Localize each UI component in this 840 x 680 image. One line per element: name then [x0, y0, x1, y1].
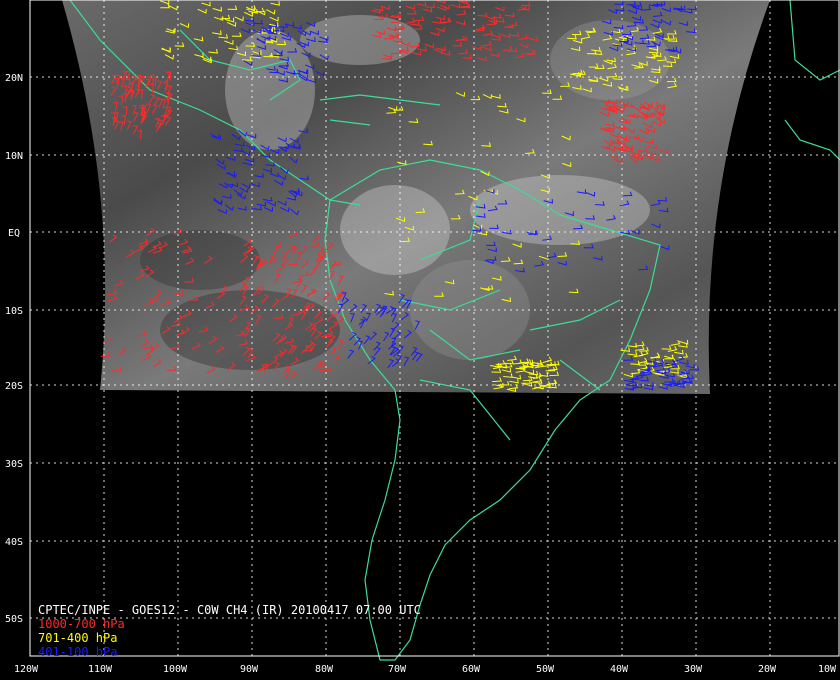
lon-label: 30W — [684, 664, 703, 675]
legend-upper-level: 401-100 hPa — [38, 645, 118, 659]
satellite-wind-map: 20N 10N EQ 10S 20S 30S 40S 50S 120W 110W… — [5, 0, 840, 675]
lat-label: 10S — [5, 306, 23, 317]
map-title: CPTEC/INPE - GOES12 - C0W CH4 (IR) 20100… — [38, 603, 421, 617]
lon-label: 120W — [14, 664, 39, 675]
lon-label: 60W — [462, 664, 481, 675]
lat-label: EQ — [8, 228, 20, 239]
map-legend: CPTEC/INPE - GOES12 - C0W CH4 (IR) 20100… — [38, 603, 421, 659]
lat-label: 40S — [5, 537, 23, 548]
lat-label: 20N — [5, 73, 23, 84]
lon-label: 110W — [88, 664, 113, 675]
africa-coast — [784, 0, 840, 161]
lat-label: 10N — [5, 151, 23, 162]
legend-low-level: 1000-700 hPa — [38, 617, 125, 631]
ir-satellite-image — [62, 0, 770, 394]
lon-label: 70W — [388, 664, 407, 675]
lon-label: 80W — [315, 664, 334, 675]
lon-label: 20W — [758, 664, 777, 675]
longitude-labels: 120W 110W 100W 90W 80W 70W 60W 50W 40W 3… — [14, 664, 837, 675]
lat-label: 50S — [5, 614, 23, 625]
lon-label: 90W — [240, 664, 259, 675]
latitude-labels: 20N 10N EQ 10S 20S 30S 40S 50S — [5, 73, 23, 625]
lon-label: 40W — [610, 664, 629, 675]
lat-label: 20S — [5, 381, 23, 392]
lat-label: 30S — [5, 459, 23, 470]
lon-label: 50W — [536, 664, 555, 675]
legend-mid-level: 701-400 hPa — [38, 631, 118, 645]
lon-label: 100W — [163, 664, 188, 675]
lon-label: 10W — [818, 664, 837, 675]
